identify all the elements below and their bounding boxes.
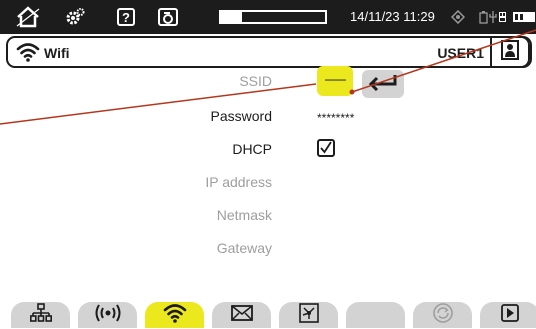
ethernet-network-icon <box>29 302 52 328</box>
page-title: Wifi <box>44 45 70 61</box>
ssid-enter-button[interactable] <box>362 70 404 98</box>
power-battery-icon <box>478 4 508 30</box>
wifi-icon <box>16 41 40 68</box>
user-profile-button[interactable] <box>490 36 530 68</box>
play-icon <box>500 303 519 327</box>
tab-play[interactable] <box>480 302 536 328</box>
ssid-field[interactable]: ------- <box>317 66 353 96</box>
gateway-label: Gateway <box>216 240 272 256</box>
email-icon <box>230 304 253 327</box>
bottom-tab-bar <box>0 298 536 328</box>
ssid-value: ------- <box>324 72 347 86</box>
dhcp-label: DHCP <box>232 141 272 157</box>
help-glyph: ? <box>117 8 135 26</box>
tab-empty[interactable] <box>346 302 405 328</box>
status-bar: ? 14/11/23 11:29 <box>0 0 536 34</box>
screenshot-icon[interactable] <box>156 4 180 30</box>
ip-address-label: IP address <box>205 174 272 190</box>
network-topology-icon <box>298 302 320 328</box>
date-time: 14/11/23 11:29 <box>350 9 435 24</box>
user-name: USER1 <box>437 45 484 61</box>
password-label: Password <box>210 108 272 124</box>
gps-icon <box>450 4 466 30</box>
tab-email[interactable] <box>212 302 271 328</box>
progress-bar <box>219 10 327 24</box>
tab-ethernet[interactable] <box>11 302 70 328</box>
settings-gears-icon[interactable] <box>64 4 86 30</box>
battery-icon <box>512 4 536 30</box>
sync-icon <box>432 302 454 329</box>
enter-icon <box>367 73 399 96</box>
tab-wifi[interactable] <box>145 302 204 328</box>
password-field[interactable]: ******** <box>317 111 354 125</box>
wifi-icon <box>163 302 187 329</box>
title-bar: Wifi USER1 <box>6 36 532 68</box>
home-icon[interactable] <box>14 4 42 30</box>
user-profile-icon <box>501 39 519 65</box>
netmask-label: Netmask <box>216 207 272 223</box>
tab-wireless[interactable] <box>78 302 137 328</box>
wireless-broadcast-icon <box>95 303 121 328</box>
dhcp-checkbox[interactable] <box>317 139 335 157</box>
help-icon[interactable]: ? <box>115 4 137 30</box>
tab-network-topology[interactable] <box>279 302 338 328</box>
progress-bar-fill <box>221 12 242 22</box>
ssid-label: SSID <box>239 73 272 89</box>
tab-sync[interactable] <box>413 302 472 328</box>
